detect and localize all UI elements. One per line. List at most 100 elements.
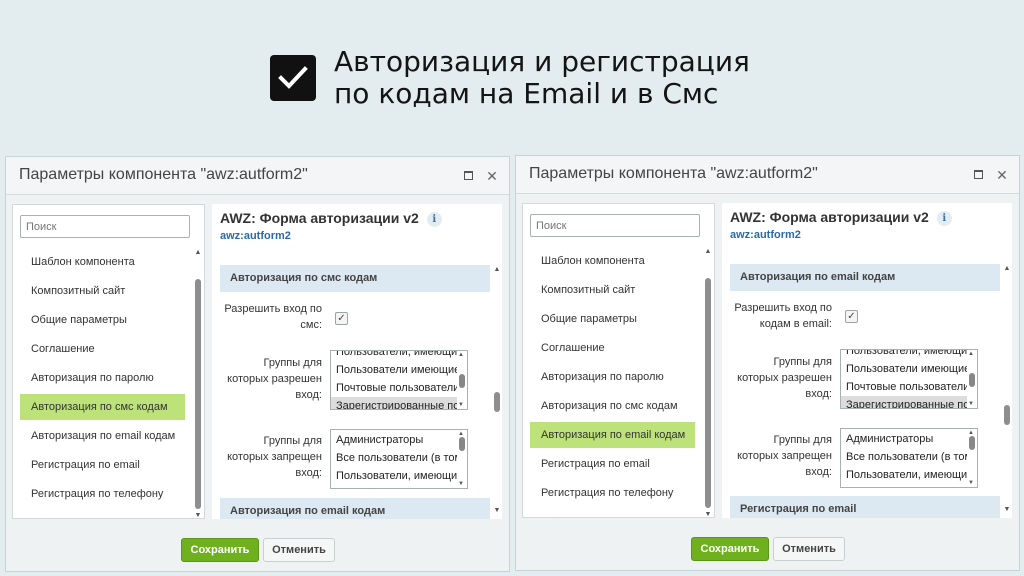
- list-option[interactable]: Все пользователи (в том: [841, 448, 967, 466]
- sidebar-item-auth-sms[interactable]: Авторизация по смс кодам: [530, 393, 695, 419]
- sidebar-item-more[interactable]: Об...: [530, 509, 695, 517]
- list-option[interactable]: Почтовые пользователи: [841, 378, 967, 396]
- banner: Авторизация и регистрация по кодам на Em…: [270, 46, 750, 110]
- settings-panel: AWZ: Форма авторизации v2 i awz:autform2 …: [212, 204, 502, 519]
- allow-label: Разрешить вход по кодам в email:: [734, 302, 832, 330]
- allow-checkbox[interactable]: ✓: [845, 310, 858, 323]
- banner-title: Авторизация и регистрация по кодам на Em…: [334, 46, 750, 110]
- sidebar-scrollbar[interactable]: ▲ ▼: [704, 248, 712, 517]
- dialog-title: Параметры компонента "awz:autform2": [529, 165, 818, 182]
- save-button[interactable]: Сохранить: [691, 537, 769, 561]
- content-scrollbar[interactable]: ▲ ▼: [493, 266, 501, 514]
- scroll-down-icon[interactable]: ▼: [493, 507, 501, 514]
- banner-line-1: Авторизация и регистрация: [334, 45, 750, 78]
- list-option[interactable]: Администраторы: [841, 430, 967, 448]
- banner-line-2: по кодам на Email и в Смс: [334, 77, 719, 110]
- checkmark-icon: [270, 55, 316, 101]
- sidebar: Шаблон компонента Композитный сайт Общие…: [12, 204, 205, 519]
- list-option[interactable]: Пользователи имеющие: [841, 360, 967, 378]
- section-header[interactable]: Авторизация по смс кодам: [220, 265, 490, 292]
- maximize-icon[interactable]: [461, 169, 475, 183]
- list-option[interactable]: Пользователи, имеющие...: [841, 350, 967, 360]
- allow-checkbox[interactable]: ✓: [335, 312, 348, 325]
- component-title-text: AWZ: Форма авторизации v2: [730, 209, 929, 225]
- sidebar-item-reg-email[interactable]: Регистрация по email: [20, 452, 185, 478]
- save-button[interactable]: Сохранить: [181, 538, 259, 562]
- scroll-up-icon[interactable]: ▲: [194, 249, 202, 256]
- info-icon[interactable]: i: [936, 210, 952, 226]
- sidebar-item-agreement[interactable]: Соглашение: [20, 336, 185, 362]
- component-title: AWZ: Форма авторизации v2 i: [220, 210, 442, 227]
- scrollbar-thumb[interactable]: [705, 278, 711, 508]
- list-option[interactable]: Администраторы: [331, 431, 457, 449]
- groups-denied-select[interactable]: Администраторы Все пользователи (в том П…: [840, 428, 978, 488]
- sidebar-item-general[interactable]: Общие параметры: [20, 307, 185, 333]
- content-scrollbar[interactable]: ▲ ▼: [1003, 265, 1011, 513]
- scrollbar-thumb[interactable]: [1004, 405, 1010, 425]
- settings-panel: AWZ: Форма авторизации v2 i awz:autform2 …: [722, 203, 1012, 518]
- list-option[interactable]: Пользователи, имеющие...: [331, 351, 457, 361]
- component-code: awz:autform2: [220, 230, 291, 242]
- sidebar-nav: Шаблон компонента Композитный сайт Общие…: [530, 248, 695, 517]
- dialog-header: Параметры компонента "awz:autform2" ✕: [6, 157, 509, 195]
- component-params-dialog-email: Параметры компонента "awz:autform2" ✕ Ша…: [515, 155, 1020, 571]
- section-header[interactable]: Авторизация по email кодам: [220, 498, 490, 519]
- groups-allowed-label: Группы для которых разрешен вход:: [737, 356, 832, 400]
- search-input[interactable]: [20, 215, 190, 238]
- sidebar-item-composite[interactable]: Композитный сайт: [530, 277, 695, 303]
- cancel-button[interactable]: Отменить: [773, 537, 845, 561]
- list-scrollbar[interactable]: ▲ ▼: [968, 430, 976, 486]
- groups-denied-select[interactable]: Администраторы Все пользователи (в том П…: [330, 429, 468, 489]
- sidebar-item-auth-email[interactable]: Авторизация по email кодам: [530, 422, 695, 448]
- scroll-up-icon[interactable]: ▲: [704, 248, 712, 255]
- groups-denied-label: Группы для которых запрещен вход:: [737, 434, 832, 478]
- sidebar-item-reg-phone[interactable]: Регистрация по телефону: [20, 481, 185, 507]
- sidebar-item-auth-password[interactable]: Авторизация по паролю: [20, 365, 185, 391]
- list-option[interactable]: Пользователи, имеющие: [841, 466, 967, 484]
- dialog-title: Параметры компонента "awz:autform2": [19, 166, 308, 183]
- scrollbar-thumb[interactable]: [195, 279, 201, 509]
- sidebar-item-reg-email[interactable]: Регистрация по email: [530, 451, 695, 477]
- list-scrollbar[interactable]: ▲ ▼: [968, 351, 976, 407]
- list-scrollbar[interactable]: ▲ ▼: [458, 352, 466, 408]
- scroll-up-icon[interactable]: ▲: [1003, 265, 1011, 272]
- cancel-button[interactable]: Отменить: [263, 538, 335, 562]
- sidebar-item-reg-phone[interactable]: Регистрация по телефону: [530, 480, 695, 506]
- sidebar-item-auth-password[interactable]: Авторизация по паролю: [530, 364, 695, 390]
- sidebar-item-composite[interactable]: Композитный сайт: [20, 278, 185, 304]
- search-input[interactable]: [530, 214, 700, 237]
- list-option[interactable]: Все пользователи (в том: [331, 449, 457, 467]
- groups-denied-label: Группы для которых запрещен вход:: [227, 435, 322, 479]
- groups-allowed-label: Группы для которых разрешен вход:: [227, 357, 322, 401]
- info-icon[interactable]: i: [426, 211, 442, 227]
- sidebar-item-auth-email[interactable]: Авторизация по email кодам: [20, 423, 185, 449]
- list-option[interactable]: Пользователи имеющие: [331, 361, 457, 379]
- groups-allowed-select[interactable]: Пользователи, имеющие... Пользователи им…: [330, 350, 468, 410]
- close-icon[interactable]: ✕: [485, 169, 499, 183]
- sidebar-scrollbar[interactable]: ▲ ▼: [194, 249, 202, 518]
- sidebar-item-agreement[interactable]: Соглашение: [530, 335, 695, 361]
- list-option-selected[interactable]: Зарегистрированные пол...: [841, 396, 967, 408]
- section-header[interactable]: Авторизация по email кодам: [730, 264, 1000, 291]
- close-icon[interactable]: ✕: [995, 168, 1009, 182]
- scrollbar-thumb[interactable]: [494, 392, 500, 412]
- sidebar-item-template[interactable]: Шаблон компонента: [20, 249, 185, 275]
- scroll-down-icon[interactable]: ▼: [1003, 506, 1011, 513]
- list-option[interactable]: Пользователи, имеющие: [331, 467, 457, 485]
- sidebar-item-auth-sms[interactable]: Авторизация по смс кодам: [20, 394, 185, 420]
- section-header[interactable]: Регистрация по email: [730, 496, 1000, 518]
- sidebar-item-template[interactable]: Шаблон компонента: [530, 248, 695, 274]
- component-title: AWZ: Форма авторизации v2 i: [730, 209, 952, 226]
- scroll-up-icon[interactable]: ▲: [493, 266, 501, 273]
- list-scrollbar[interactable]: ▲ ▼: [458, 431, 466, 487]
- scroll-down-icon[interactable]: ▼: [194, 512, 202, 518]
- sidebar-item-more[interactable]: Об...: [20, 510, 185, 518]
- list-option-selected[interactable]: Зарегистрированные пол...: [331, 397, 457, 409]
- list-option[interactable]: Почтовые пользователи: [331, 379, 457, 397]
- scroll-down-icon[interactable]: ▼: [704, 511, 712, 517]
- maximize-icon[interactable]: [971, 168, 985, 182]
- sidebar-item-general[interactable]: Общие параметры: [530, 306, 695, 332]
- groups-allowed-select[interactable]: Пользователи, имеющие... Пользователи им…: [840, 349, 978, 409]
- component-title-text: AWZ: Форма авторизации v2: [220, 210, 419, 226]
- dialog-header: Параметры компонента "awz:autform2" ✕: [516, 156, 1019, 194]
